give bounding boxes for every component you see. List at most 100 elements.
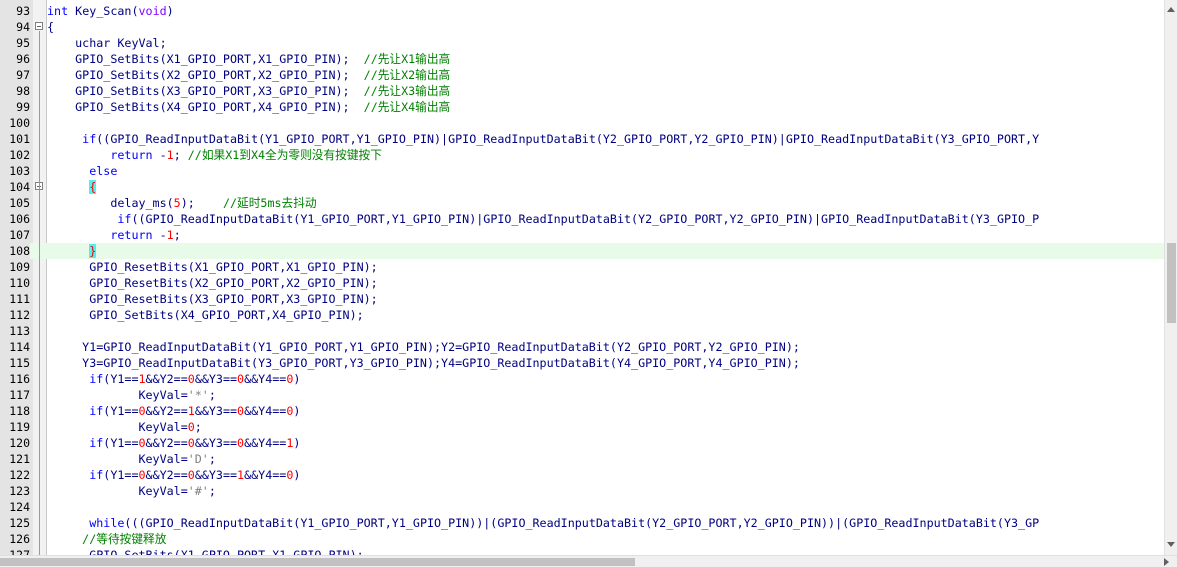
code-token: ) [166,4,174,18]
line-number: 109 [9,260,30,274]
code-line[interactable]: 100 [0,115,1164,131]
code-text: GPIO_ResetBits(X2_GPIO_PORT,X2_GPIO_PIN)… [47,275,378,291]
horizontal-scroll-thumb[interactable] [0,558,635,566]
line-number: 108 [0,243,30,259]
code-line[interactable]: 95 uchar KeyVal; [0,35,1164,51]
code-token: &&Y4== [244,372,287,386]
code-token: 1 [187,404,195,418]
line-number: 114 [9,340,30,354]
code-token: 1 [166,228,174,242]
code-token: 0 [138,404,146,418]
code-token: ; [194,420,202,434]
code-line[interactable]: 124 [0,499,1164,515]
code-line[interactable]: 125 while(((GPIO_ReadInputDataBit(Y1_GPI… [0,515,1164,531]
code-text: if(Y1==1&&Y2==0&&Y3==0&&Y4==0) [47,371,300,387]
code-token: &&Y4== [244,404,287,418]
code-token: uchar KeyVal; [47,36,167,50]
code-line[interactable]: 93 int Key_Scan(void) [0,3,1164,19]
code-token: 1 [166,148,174,162]
code-line[interactable]: 110 GPIO_ResetBits(X2_GPIO_PORT,X2_GPIO_… [0,275,1164,291]
code-line[interactable]: 117 KeyVal='*'; [0,387,1164,403]
code-token: if [47,468,104,482]
code-token: //如果X1到X4全为零则没有按键按下 [187,148,382,162]
code-line[interactable]: 107 return -1; [0,227,1164,243]
code-text: GPIO_SetBits(X3_GPIO_PORT,X3_GPIO_PIN); … [47,83,450,99]
code-editor[interactable]: 93 int Key_Scan(void) 94{95 uchar KeyVal; 9… [0,0,1164,555]
code-line[interactable]: 105 delay_ms(5); //延时5ms去抖动 [0,195,1164,211]
code-line[interactable]: 103 else [0,163,1164,179]
code-line[interactable]: 99 GPIO_SetBits(X4_GPIO_PORT,X4_GPIO_PIN… [0,99,1164,115]
line-number: 119 [9,420,30,434]
scroll-up-arrow-icon[interactable] [1167,7,1175,12]
code-line[interactable]: 122 if(Y1==0&&Y2==0&&Y3==1&&Y4==0) [0,467,1164,483]
code-line[interactable]: 120 if(Y1==0&&Y2==0&&Y3==0&&Y4==1) [0,435,1164,451]
code-token: '#' [187,484,209,498]
code-token: &&Y2== [145,436,188,450]
line-number: 103 [9,164,30,178]
code-token: KeyVal= [47,388,188,402]
code-text: GPIO_SetBits(X4_GPIO_PORT,X4_GPIO_PIN); … [47,99,450,115]
code-line[interactable]: 113 [0,323,1164,339]
code-token: //先让X3输出高 [363,84,451,98]
code-line[interactable]: 98 GPIO_SetBits(X3_GPIO_PORT,X3_GPIO_PIN… [0,83,1164,99]
code-line[interactable]: 97 GPIO_SetBits(X2_GPIO_PORT,X2_GPIO_PIN… [0,67,1164,83]
line-number: 118 [9,404,30,418]
code-token: - [152,148,167,162]
line-number: 98 [16,84,30,98]
code-line[interactable]: 109 GPIO_ResetBits(X1_GPIO_PORT,X1_GPIO_… [0,259,1164,275]
code-token: ; [208,452,216,466]
line-number: 99 [16,100,30,114]
code-text: if((GPIO_ReadInputDataBit(Y1_GPIO_PORT,Y… [47,211,1039,227]
code-token: //先让X1输出高 [363,52,451,66]
scroll-right-arrow-icon[interactable] [1164,558,1169,566]
line-number: 93 [16,4,30,18]
code-text: if(Y1==0&&Y2==0&&Y3==0&&Y4==1) [47,435,300,451]
code-token: Y1=GPIO_ReadInputDataBit(Y1_GPIO_PORT,Y1… [47,340,800,354]
code-token: 0 [187,372,195,386]
code-line[interactable]: 116 if(Y1==1&&Y2==0&&Y3==0&&Y4==0) [0,371,1164,387]
code-token: ) [293,372,301,386]
code-token: Key_Scan( [68,4,139,18]
code-text: int Key_Scan(void) [47,3,174,19]
code-line[interactable]: 118 if(Y1==0&&Y2==1&&Y3==0&&Y4==0) [0,403,1164,419]
line-number: 127 [9,548,30,555]
code-token: GPIO_SetBits(X4_GPIO_PORT,X4_GPIO_PIN); [47,308,364,322]
code-line[interactable]: 104 { [0,179,1164,195]
code-text: uchar KeyVal; [47,35,167,51]
code-token: 1 [138,372,146,386]
code-line[interactable]: 119 KeyVal=0; [0,419,1164,435]
code-line[interactable]: 127 GPIO_SetBits(X1_GPIO_PORT,X1_GPIO_PI… [0,547,1164,555]
code-line[interactable]: 112 GPIO_SetBits(X4_GPIO_PORT,X4_GPIO_PI… [0,307,1164,323]
code-token: (Y1== [103,468,139,482]
code-line[interactable]: 114 Y1=GPIO_ReadInputDataBit(Y1_GPIO_POR… [0,339,1164,355]
vertical-scrollbar[interactable] [1164,0,1177,555]
code-text: else [47,163,117,179]
code-token: //先让X2输出高 [363,68,451,82]
fold-toggle-icon[interactable] [35,22,43,30]
vertical-scroll-thumb[interactable] [1167,243,1176,323]
code-line[interactable]: 106 if((GPIO_ReadInputDataBit(Y1_GPIO_PO… [0,211,1164,227]
line-number: 104 [9,180,30,194]
code-token: if [47,436,104,450]
scroll-down-arrow-icon[interactable] [1167,542,1175,547]
code-token: ((GPIO_ReadInputDataBit(Y1_GPIO_PORT,Y1_… [131,212,1040,226]
code-line[interactable]: 111 GPIO_ResetBits(X3_GPIO_PORT,X3_GPIO_… [0,291,1164,307]
code-line[interactable]: 96 GPIO_SetBits(X1_GPIO_PORT,X1_GPIO_PIN… [0,51,1164,67]
horizontal-scrollbar[interactable] [0,555,1177,567]
code-line[interactable]: 94 { [0,19,1164,35]
code-line[interactable]: 123 KeyVal='#'; [0,483,1164,499]
code-line[interactable]: 126 //等待按键释放 [0,531,1164,547]
code-text: if(Y1==0&&Y2==0&&Y3==1&&Y4==0) [47,467,300,483]
code-line[interactable]: 108 } [0,243,1164,259]
code-line[interactable]: 115 Y3=GPIO_ReadInputDataBit(Y3_GPIO_POR… [0,355,1164,371]
code-line[interactable]: 102 return -1; //如果X1到X4全为零则没有按键按下 [0,147,1164,163]
code-token: if [47,132,97,146]
code-line[interactable]: 101 if((GPIO_ReadInputDataBit(Y1_GPIO_PO… [0,131,1164,147]
line-number: 107 [9,228,30,242]
code-token: //等待按键释放 [47,532,167,546]
code-token: (Y1== [103,404,139,418]
code-text: KeyVal='#'; [47,483,215,499]
code-text: if((GPIO_ReadInputDataBit(Y1_GPIO_PORT,Y… [47,131,1039,147]
code-line[interactable]: 121 KeyVal='D'; [0,451,1164,467]
line-number: 105 [9,196,30,210]
